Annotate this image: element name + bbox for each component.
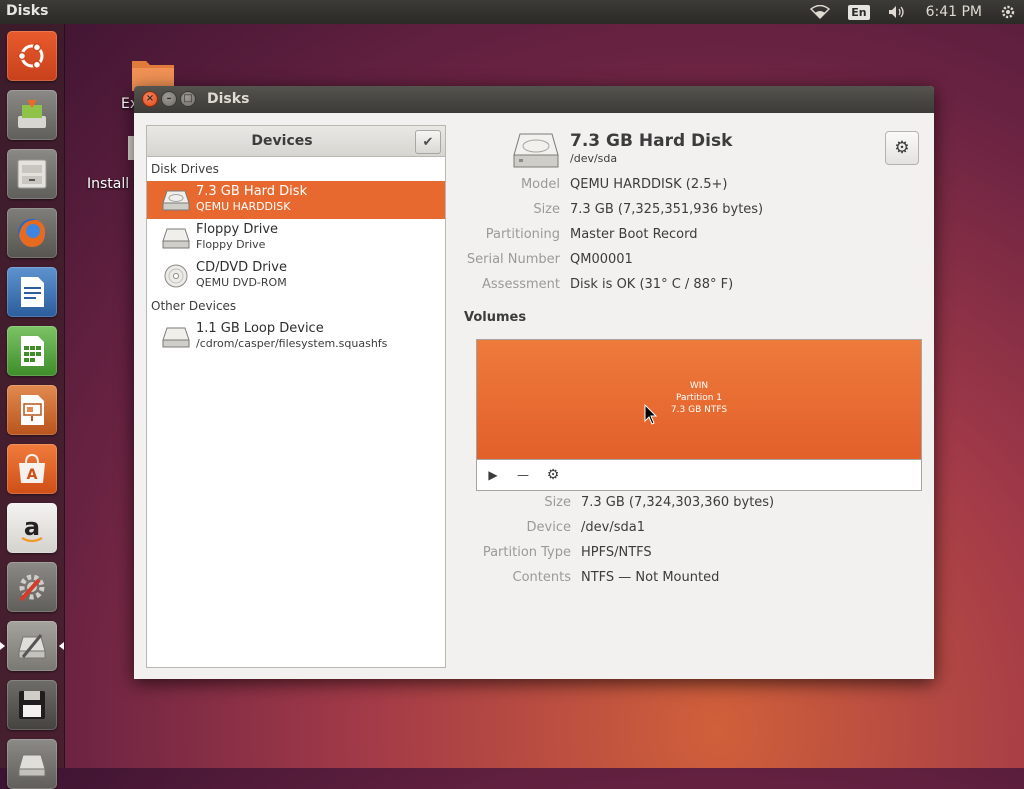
devices-panel: Devices ✔ Disk Drives 7.3 GB Hard Disk Q… [146, 125, 446, 668]
property-key: Device [526, 520, 571, 535]
partition-options-button[interactable]: ⚙ [543, 465, 563, 485]
removable-drive-icon[interactable] [7, 739, 57, 789]
window-title: Disks [207, 91, 250, 107]
ubuntu-dash-icon[interactable] [7, 31, 57, 81]
partition-summary: 7.3 GB NTFS [670, 405, 728, 415]
clock[interactable]: 6:41 PM [926, 4, 982, 20]
svg-text:A: A [27, 467, 38, 483]
property-value: 7.3 GB (7,324,303,360 bytes) [581, 495, 775, 510]
devices-header: Devices ✔ [147, 126, 445, 157]
libreoffice-calc-icon[interactable] [7, 326, 57, 376]
disk-device-path: /dev/sda [570, 152, 618, 165]
gears-icon: ⚙ [546, 467, 560, 483]
hard-disk-large-icon [513, 133, 559, 168]
play-icon: ▶ [488, 468, 498, 482]
property-value: QEMU HARDDISK (2.5+) [570, 177, 728, 192]
device-item-hard-disk[interactable]: 7.3 GB Hard Disk QEMU HARDDISK [147, 181, 445, 219]
device-name: CD/DVD Drive [196, 260, 287, 275]
software-updater-icon[interactable] [7, 90, 57, 140]
property-value: 7.3 GB (7,325,351,936 bytes) [570, 202, 764, 217]
loop-device-icon [162, 327, 190, 348]
active-app-title: Disks [6, 3, 49, 19]
property-value: Disk is OK (31° C / 88° F) [570, 277, 734, 292]
device-name: Floppy Drive [196, 222, 279, 237]
gear-icon: ⚙ [894, 138, 910, 158]
floppy-icon[interactable] [7, 680, 57, 730]
launcher-focus-indicator [59, 642, 64, 650]
minimize-icon: – [166, 93, 172, 104]
device-subtitle: /cdrom/casper/filesystem.squashfs [196, 337, 388, 350]
mount-button[interactable]: ▶ [483, 465, 503, 485]
devices-title: Devices [251, 133, 313, 149]
maximize-icon: □ [183, 93, 193, 104]
disks-window: × – □ Disks Devices ✔ Disk Drives 7.3 GB… [134, 86, 934, 679]
section-disk-drives: Disk Drives [151, 162, 219, 176]
top-panel: Disks En 6:41 PM [0, 0, 1024, 24]
property-value: NTFS — Not Mounted [581, 570, 720, 585]
partition-block[interactable]: WIN Partition 1 7.3 GB NTFS [477, 340, 921, 460]
select-mode-button[interactable]: ✔ [415, 130, 441, 154]
volume-icon[interactable] [888, 5, 908, 19]
system-tray: En 6:41 PM [810, 0, 1024, 24]
minimize-button[interactable]: – [161, 91, 177, 107]
property-key: Size [533, 202, 560, 217]
firefox-icon[interactable] [7, 208, 57, 258]
volumes-heading: Volumes [464, 310, 527, 325]
window-titlebar[interactable]: × – □ Disks [134, 86, 934, 113]
libreoffice-writer-icon[interactable] [7, 267, 57, 317]
property-value: Master Boot Record [570, 227, 698, 242]
delete-partition-button[interactable]: — [513, 465, 533, 485]
close-button[interactable]: × [142, 91, 158, 107]
libreoffice-impress-icon[interactable] [7, 385, 57, 435]
device-item-cd-dvd[interactable]: CD/DVD Drive QEMU DVD-ROM [147, 257, 445, 295]
volume-map: WIN Partition 1 7.3 GB NTFS ▶ — ⚙ [476, 339, 922, 491]
svg-text:a: a [24, 513, 40, 541]
keyboard-layout-indicator[interactable]: En [848, 4, 870, 20]
device-item-floppy[interactable]: Floppy Drive Floppy Drive [147, 219, 445, 257]
volume-toolbar: ▶ — ⚙ [477, 460, 921, 490]
property-key: Assessment [482, 277, 560, 292]
device-subtitle: QEMU HARDDISK [196, 200, 291, 213]
disks-icon[interactable] [7, 621, 57, 671]
property-key: Contents [512, 570, 571, 585]
ubuntu-software-center-icon[interactable]: A [7, 444, 57, 494]
minus-icon: — [517, 468, 529, 482]
property-value: HPFS/NTFS [581, 545, 652, 560]
device-item-loop[interactable]: 1.1 GB Loop Device /cdrom/casper/filesys… [147, 318, 445, 356]
disk-title: 7.3 GB Hard Disk [570, 131, 733, 151]
property-value: QM00001 [570, 252, 633, 267]
property-key: Serial Number [466, 252, 560, 267]
maximize-button[interactable]: □ [180, 91, 196, 107]
device-name: 7.3 GB Hard Disk [196, 184, 308, 199]
floppy-drive-icon [162, 228, 190, 249]
power-gear-icon[interactable] [1000, 4, 1016, 20]
partition-label: WIN [689, 381, 709, 391]
launcher-running-indicator [0, 642, 5, 650]
checkmark-icon: ✔ [422, 134, 434, 150]
device-subtitle: QEMU DVD-ROM [196, 276, 287, 289]
partition-number: Partition 1 [675, 393, 723, 403]
files-icon[interactable] [7, 149, 57, 199]
launcher: A a [0, 24, 65, 789]
drive-settings-button[interactable]: ⚙ [885, 131, 919, 165]
property-key: Partition Type [482, 545, 571, 560]
close-icon: × [145, 93, 155, 104]
section-other-devices: Other Devices [151, 299, 237, 313]
hard-disk-icon [162, 190, 190, 211]
mouse-cursor-icon [644, 404, 658, 425]
property-key: Model [520, 177, 560, 192]
wifi-icon[interactable] [810, 5, 831, 19]
device-subtitle: Floppy Drive [196, 238, 266, 251]
property-value: /dev/sda1 [581, 520, 645, 535]
amazon-icon[interactable]: a [7, 503, 57, 553]
optical-disc-icon [164, 264, 188, 288]
property-key: Partitioning [485, 227, 560, 242]
property-key: Size [544, 495, 571, 510]
device-name: 1.1 GB Loop Device [196, 321, 324, 336]
system-settings-icon[interactable] [7, 562, 57, 612]
